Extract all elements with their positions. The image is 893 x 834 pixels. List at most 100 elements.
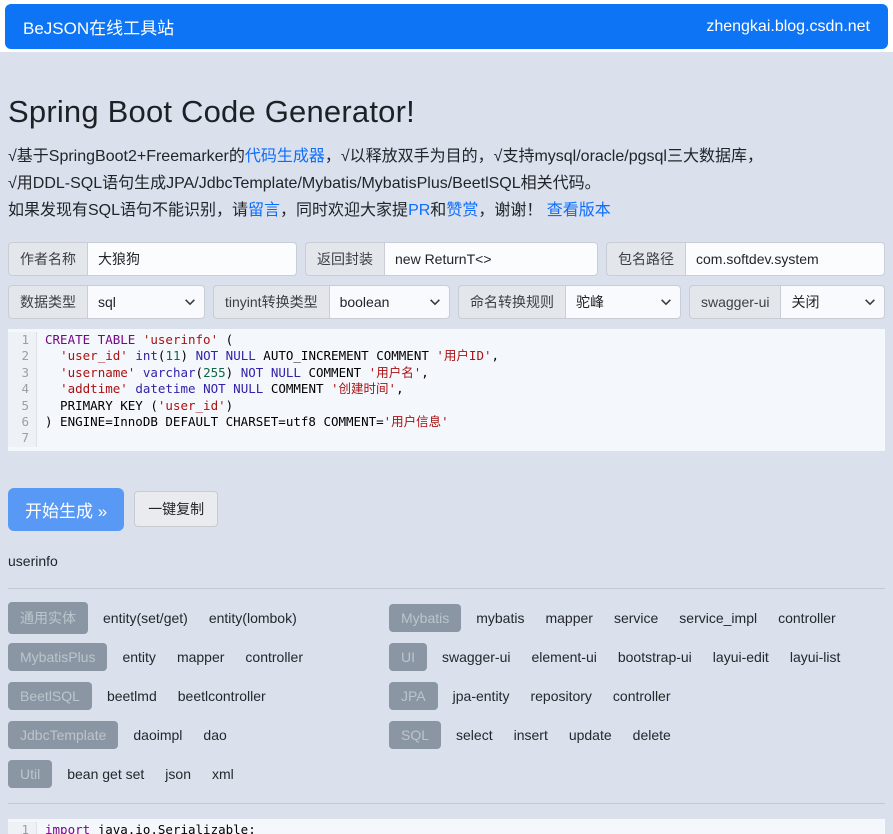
generator-group: UI swagger-ui element-ui bootstrap-ui layui-… [389,642,885,672]
gen-link-entity-set-get[interactable]: entity(set/get) [103,610,188,626]
reward-link[interactable]: 赞赏 [446,202,478,219]
tinyint-type-select[interactable]: boolean [329,285,450,319]
message-link[interactable]: 留言 [248,202,280,219]
return-wrap-group: 返回封装 [305,242,598,276]
divider [8,803,885,804]
generator-group: SQL select insert update delete [389,720,885,750]
naming-rule-group: 命名转换规则 驼峰 [458,285,681,319]
gen-link-repository[interactable]: repository [530,688,591,704]
table-name-label: userinfo [8,553,885,569]
code-text: 'username' varchar(255) NOT NULL COMMENT… [37,365,429,381]
group-links: swagger-ui element-ui bootstrap-ui layui-ed… [442,649,840,665]
gen-link-mapper[interactable]: mapper [545,610,592,626]
gen-link-insert[interactable]: insert [514,727,548,743]
gen-link-layui-list[interactable]: layui-list [790,649,841,665]
return-wrap-label: 返回封装 [305,242,384,276]
gen-link-entity[interactable]: entity [122,649,155,665]
data-type-label: 数据类型 [8,285,87,319]
naming-rule-select[interactable]: 驼峰 [565,285,681,319]
gen-link-element-ui[interactable]: element-ui [531,649,596,665]
author-input[interactable] [87,242,297,276]
form-row-2: 数据类型 sql tinyint转换类型 boolean 命名转换规则 驼峰 s… [8,285,885,319]
data-type-select[interactable]: sql [87,285,205,319]
tinyint-type-label: tinyint转换类型 [213,285,329,319]
group-badge-mybatisplus[interactable]: MybatisPlus [8,643,107,671]
group-badge-jpa[interactable]: JPA [389,682,438,710]
generator-group: JPA jpa-entity repository controller [389,681,885,711]
group-links: mybatis mapper service service_impl controll… [476,610,835,626]
line-number: 3 [8,365,37,381]
blog-link[interactable]: zhengkai.blog.csdn.net [706,18,870,36]
group-links: select insert update delete [456,727,671,743]
gen-link-beetlmd[interactable]: beetlmd [107,688,157,704]
generator-links-section: 通用实体 entity(set/get) entity(lombok) Mybatis… [8,603,885,798]
code-line: 6) ENGINE=InnoDB DEFAULT CHARSET=utf8 CO… [8,414,885,430]
java-code-output: 1import java.io.Serializable;2import lom… [8,819,885,834]
line-number: 5 [8,398,37,414]
gen-link-bootstrap-ui[interactable]: bootstrap-ui [618,649,692,665]
pr-link[interactable]: PR [408,202,430,219]
gen-link-entity-lombok[interactable]: entity(lombok) [209,610,297,626]
gen-link-json[interactable]: json [165,766,191,782]
intro-line-1: √基于SpringBoot2+Freemarker的代码生成器，√以释放双手为目… [8,143,885,170]
gen-link-layui-edit[interactable]: layui-edit [713,649,769,665]
sql-code-editor[interactable]: 1CREATE TABLE 'userinfo' (2 'user_id' in… [8,329,885,451]
line-number: 6 [8,414,37,430]
group-badge-beetlsql[interactable]: BeetlSQL [8,682,92,710]
code-text: ) ENGINE=InnoDB DEFAULT CHARSET=utf8 COM… [37,414,449,430]
gen-link-controller[interactable]: controller [778,610,836,626]
code-line: 2 'user_id' int(11) NOT NULL AUTO_INCREM… [8,348,885,364]
gen-link-controller[interactable]: controller [245,649,303,665]
copy-button[interactable]: 一键复制 [134,491,218,527]
gen-link-mapper[interactable]: mapper [177,649,224,665]
code-line: 3 'username' varchar(255) NOT NULL COMME… [8,365,885,381]
gen-link-controller[interactable]: controller [613,688,671,704]
gen-link-daoimpl[interactable]: daoimpl [133,727,182,743]
code-line: 7 [8,430,885,446]
group-badge-mybatis[interactable]: Mybatis [389,604,461,632]
navbar: BeJSON在线工具站 zhengkai.blog.csdn.net [5,4,888,49]
group-badge-sql[interactable]: SQL [389,721,441,749]
return-wrap-input[interactable] [384,242,598,276]
gen-link-jpa-entity[interactable]: jpa-entity [453,688,510,704]
gen-link-beetlcontroller[interactable]: beetlcontroller [178,688,266,704]
gen-link-service[interactable]: service [614,610,658,626]
swagger-ui-group: swagger-ui 关闭 [689,285,885,319]
naming-rule-label: 命名转换规则 [458,285,565,319]
generator-column-right: Mybatismybatismapperserviceservice_implc… [389,603,885,798]
package-path-label: 包名路径 [606,242,685,276]
navbar-outer: BeJSON在线工具站 zhengkai.blog.csdn.net [0,0,893,52]
author-label: 作者名称 [8,242,87,276]
line-number: 1 [8,822,37,834]
gen-link-select[interactable]: select [456,727,493,743]
gen-link-update[interactable]: update [569,727,612,743]
gen-link-bean-get-set[interactable]: bean get set [67,766,144,782]
page-title: Spring Boot Code Generator! [8,94,885,130]
group-links: daoimpl dao [133,727,226,743]
group-links: entity(set/get) entity(lombok) [103,610,297,626]
group-badge-通用实体[interactable]: 通用实体 [8,602,88,634]
intro-line-2: √用DDL-SQL语句生成JPA/JdbcTemplate/Mybatis/My… [8,170,885,197]
line-number: 1 [8,332,37,348]
gen-link-service-impl[interactable]: service_impl [679,610,757,626]
author-group: 作者名称 [8,242,297,276]
code-text: 'user_id' int(11) NOT NULL AUTO_INCREMEN… [37,348,499,364]
group-badge-ui[interactable]: UI [389,643,427,671]
swagger-ui-select[interactable]: 关闭 [780,285,885,319]
line-number: 4 [8,381,37,397]
gen-link-swagger-ui[interactable]: swagger-ui [442,649,510,665]
gen-link-xml[interactable]: xml [212,766,234,782]
group-links: entity mapper controller [122,649,303,665]
package-path-input[interactable] [685,242,885,276]
gen-link-delete[interactable]: delete [633,727,671,743]
generator-group: MybatisPlus entity mapper controller [8,642,381,672]
code-generator-link[interactable]: 代码生成器 [245,148,325,165]
site-brand[interactable]: BeJSON在线工具站 [23,14,174,39]
group-badge-util[interactable]: Util [8,760,52,788]
version-link[interactable]: 查看版本 [547,202,611,219]
gen-link-dao[interactable]: dao [203,727,226,743]
line-number: 7 [8,430,37,446]
group-badge-jdbctemplate[interactable]: JdbcTemplate [8,721,118,749]
gen-link-mybatis[interactable]: mybatis [476,610,524,626]
generate-button[interactable]: 开始生成 » [8,488,124,531]
